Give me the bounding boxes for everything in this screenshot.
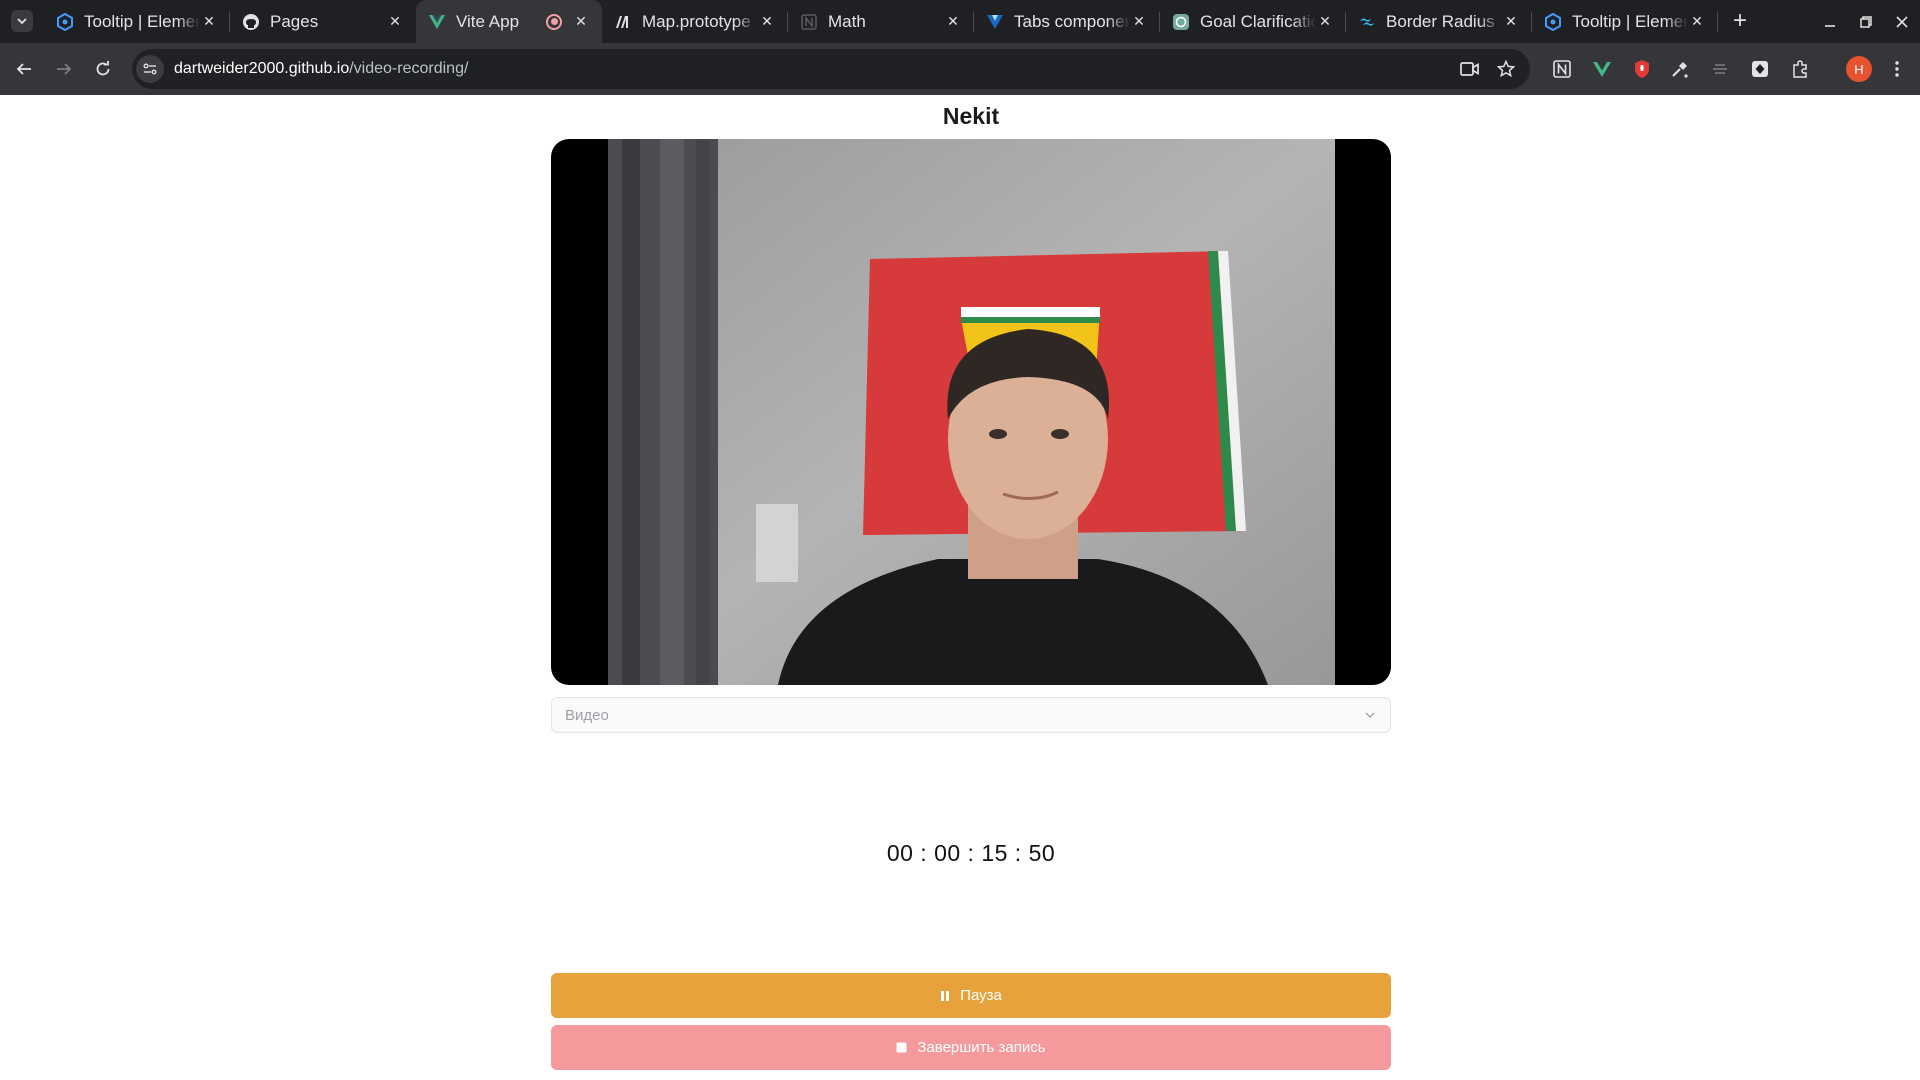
extensions-puzzle-icon[interactable] [1786,55,1814,83]
url-path: /video-recording/ [349,60,469,77]
chatgpt-icon [1172,13,1190,31]
close-icon[interactable]: ✕ [386,13,404,31]
camera-in-use-icon[interactable] [1456,55,1484,83]
new-tab-button[interactable]: + [1728,9,1752,34]
close-icon [1896,15,1908,28]
tab-list: Tooltip | Element ✕ Pages ✕ Vite App ✕ M… [44,0,1718,43]
address-bar[interactable]: dartweider2000.github.io/video-recording… [132,49,1530,89]
arrow-left-icon [16,63,31,75]
adblock-extension-icon[interactable] [1628,55,1656,83]
close-window-button[interactable] [1884,0,1920,43]
element-plus-icon [56,12,74,31]
close-icon[interactable]: ✕ [758,13,776,31]
bookmark-star-icon[interactable] [1492,55,1520,83]
pause-button-label: Пауза [960,987,1002,1004]
browser-toolbar: dartweider2000.github.io/video-recording… [0,43,1920,95]
vuetify-icon [986,13,1004,31]
minimize-button[interactable] [1812,0,1848,43]
tab-title: Pages [270,11,319,31]
chevron-down-icon [17,18,27,25]
webcam-feed [608,139,1335,685]
recording-indicator-icon [546,13,562,30]
dev-extension-icon[interactable] [1746,55,1774,83]
chevron-down-icon [1365,712,1375,719]
arrow-right-icon [57,63,72,75]
restore-button[interactable] [1848,0,1884,43]
close-icon[interactable]: ✕ [572,13,590,31]
tab-math[interactable]: Math ✕ [788,0,974,43]
back-button[interactable] [10,55,38,83]
close-icon[interactable]: ✕ [1130,13,1148,31]
reload-button[interactable] [89,55,117,83]
video-source-select[interactable]: Видео [551,697,1391,733]
element-plus-icon [1544,12,1562,31]
video-preview [551,139,1391,685]
tab-pages[interactable]: Pages ✕ [230,0,416,43]
restore-icon [1860,15,1872,28]
page-content: Nekit Видео 00: 00: 15: 50 Пауза Заве… [0,95,1920,1080]
tailwind-icon [1358,13,1376,31]
tab-title: Vite App [456,11,520,31]
mdn-icon [614,13,632,31]
tab-border-radius[interactable]: Border Radius ✕ [1346,0,1532,43]
tab-title: Tooltip | Element [1572,11,1688,31]
pause-button[interactable]: Пауза [551,973,1391,1018]
close-icon[interactable]: ✕ [1688,13,1706,31]
pause-icon [940,990,950,1002]
user-name-heading: Nekit [942,103,1000,129]
forward-button[interactable] [50,55,78,83]
color-picker-extension-icon[interactable] [1666,55,1694,83]
ruler-extension-icon[interactable] [1706,55,1734,83]
tab-title: Math [828,11,866,31]
browser-tab-strip: Tooltip | Element ✕ Pages ✕ Vite App ✕ M… [0,0,1920,43]
github-icon [242,13,260,31]
tab-title: Tooltip | Element [84,11,200,31]
tab-title: Goal Clarification [1200,11,1316,31]
url-text: dartweider2000.github.io/video-recording… [174,60,468,78]
notion-extension-icon[interactable] [1548,55,1576,83]
recording-timer: 00 : 00 : 15 : 50 [886,840,1056,866]
tab-tabs-component[interactable]: Tabs component ✕ [974,0,1160,43]
video-source-select-value: Видео [565,706,609,724]
close-icon[interactable]: ✕ [944,13,962,31]
stop-icon [896,1042,907,1053]
close-icon[interactable]: ✕ [1502,13,1520,31]
close-icon[interactable]: ✕ [200,13,218,31]
tab-map-prototype[interactable]: Map.prototype ✕ [602,0,788,43]
browser-menu-icon[interactable] [1883,55,1911,83]
profile-avatar[interactable]: H [1846,56,1872,82]
tab-tooltip-element[interactable]: Tooltip | Element ✕ [44,0,230,43]
url-host: dartweider2000.github.io [174,60,350,77]
notion-icon [800,13,818,31]
tab-vite-app[interactable]: Vite App ✕ [416,0,602,43]
site-info-icon[interactable] [136,55,164,83]
tab-title: Border Radius [1386,11,1495,31]
stop-recording-button[interactable]: Завершить запись [551,1025,1391,1070]
tab-tooltip-element-2[interactable]: Tooltip | Element ✕ [1532,0,1718,43]
minimize-icon [1825,24,1835,27]
reload-icon [96,61,110,76]
vue-icon [428,13,446,31]
tab-search-button[interactable] [11,10,33,32]
vue-devtools-extension-icon[interactable] [1588,55,1616,83]
close-icon[interactable]: ✕ [1316,13,1334,31]
tab-title: Tabs component [1014,11,1130,31]
stop-recording-button-label: Завершить запись [917,1039,1046,1056]
tab-goal-clarification[interactable]: Goal Clarification ✕ [1160,0,1346,43]
tab-title: Map.prototype [642,11,751,31]
